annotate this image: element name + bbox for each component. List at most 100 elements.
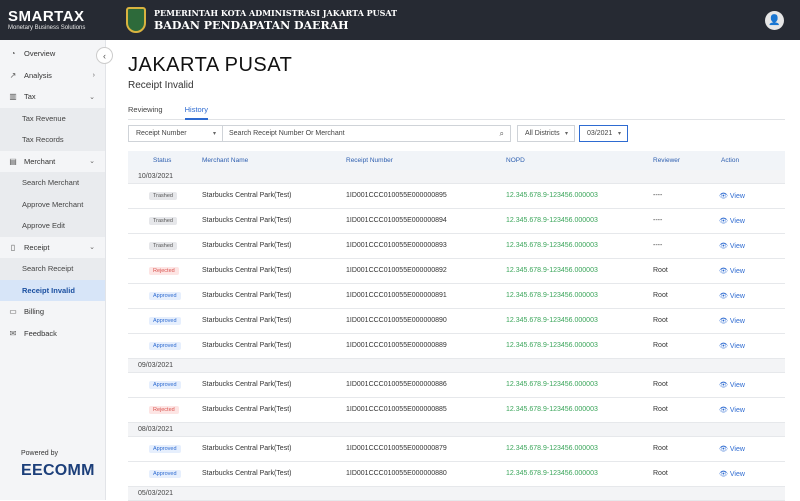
sidebar-item-feedback[interactable]: ✉ Feedback xyxy=(0,323,105,345)
view-button[interactable]: 👁 View xyxy=(719,217,745,225)
sidebar-label: Billing xyxy=(24,307,45,317)
nopd-value: 12.345.678.9-123456.000003 xyxy=(506,217,598,224)
table-row[interactable]: Approved Starbucks Central Park(Test) 1ID0… xyxy=(128,373,785,398)
view-label: View xyxy=(729,293,745,300)
collapse-sidebar-button[interactable]: ‹ xyxy=(96,47,113,64)
view-button[interactable]: 👁 View xyxy=(719,342,745,350)
sidebar-item-tax-revenue[interactable]: Tax Revenue xyxy=(0,107,105,129)
view-button[interactable]: 👁 View xyxy=(719,445,745,453)
sidebar-item-tax[interactable]: ▥ Tax ⌄ xyxy=(0,86,105,108)
user-avatar-icon[interactable]: 👤 xyxy=(765,11,784,30)
table-row[interactable]: Approved Starbucks Central Park(Test) 1ID0… xyxy=(128,284,785,309)
view-button[interactable]: 👁 View xyxy=(719,381,745,389)
chevron-down-icon: ⌄ xyxy=(89,158,95,166)
receipt-number: 1ID001CCC010055E000000892 xyxy=(346,267,447,274)
sidebar: ◔ Overview ↗ Analysis › ▥ Tax ⌄ Tax Revenue T… xyxy=(0,40,106,500)
eye-icon: 👁 xyxy=(719,243,728,250)
brand-logo: SMARTAX xyxy=(8,7,85,25)
status-badge: Approved xyxy=(149,317,181,325)
eye-icon: 👁 xyxy=(719,318,728,325)
tab-history[interactable]: History xyxy=(184,104,208,120)
sidebar-item-receipt-invalid[interactable]: Receipt Invalid xyxy=(0,279,105,301)
billing-icon: ▭ xyxy=(9,307,17,317)
nopd-value: 12.345.678.9-123456.000003 xyxy=(506,242,598,249)
column-nopd[interactable]: NOPD xyxy=(506,157,525,164)
merchant-name: Starbucks Central Park(Test) xyxy=(202,342,292,349)
view-label: View xyxy=(729,471,745,478)
table-row[interactable]: Approved Starbucks Central Park(Test) 1ID0… xyxy=(128,334,785,359)
sidebar-item-approve-merchant[interactable]: Approve Merchant xyxy=(0,193,105,215)
column-status[interactable]: Status xyxy=(153,157,171,164)
view-label: View xyxy=(729,218,745,225)
sidebar-item-overview[interactable]: ◔ Overview xyxy=(0,43,105,65)
sidebar-item-merchant[interactable]: ▤ Merchant ⌄ xyxy=(0,151,105,173)
nopd-value: 12.345.678.9-123456.000003 xyxy=(506,292,598,299)
view-button[interactable]: 👁 View xyxy=(719,292,745,300)
reviewer-name: Root xyxy=(653,381,668,388)
table-row[interactable]: Approved Starbucks Central Park(Test) 1ID0… xyxy=(128,462,785,487)
view-button[interactable]: 👁 View xyxy=(719,192,745,200)
analysis-icon: ↗ xyxy=(9,70,17,80)
brand[interactable]: SMARTAX Monetary Business Solutions xyxy=(0,9,106,32)
powered-by: Powered by xyxy=(21,450,58,457)
eye-icon: 👁 xyxy=(719,407,728,414)
period-value: 03/2021 xyxy=(587,130,613,137)
date-group-header: 10/03/2021 xyxy=(128,170,785,184)
receipt-number: 1ID001CCC010055E000000879 xyxy=(346,445,447,452)
tax-icon: ▥ xyxy=(9,92,17,102)
view-button[interactable]: 👁 View xyxy=(719,470,745,478)
column-merchant[interactable]: Merchant Name xyxy=(202,157,248,164)
tab-bar: Reviewing History xyxy=(128,104,785,120)
sidebar-item-billing[interactable]: ▭ Billing xyxy=(0,301,105,323)
sidebar-item-receipt[interactable]: ▯ Receipt ⌄ xyxy=(0,237,105,259)
filter-bar: Receipt Number ▾ Search Receipt Number Or… xyxy=(128,125,628,142)
header-line-2: BADAN PENDAPATAN DAERAH xyxy=(154,19,349,32)
sidebar-item-search-receipt[interactable]: Search Receipt xyxy=(0,258,105,280)
search-input[interactable]: Search Receipt Number Or Merchant ⌕ xyxy=(223,125,511,142)
table-row[interactable]: Rejected Starbucks Central Park(Test) 1ID0… xyxy=(128,398,785,423)
search-icon[interactable]: ⌕ xyxy=(500,129,504,139)
eye-icon: 👁 xyxy=(719,471,728,478)
table-row[interactable]: Approved Starbucks Central Park(Test) 1ID0… xyxy=(128,309,785,334)
nopd-value: 12.345.678.9-123456.000003 xyxy=(506,317,598,324)
table-row[interactable]: Rejected Starbucks Central Park(Test) 1ID0… xyxy=(128,259,785,284)
eye-icon: 👁 xyxy=(719,446,728,453)
status-badge: Trashed xyxy=(149,242,177,250)
merchant-name: Starbucks Central Park(Test) xyxy=(202,470,292,477)
date-group-header: 09/03/2021 xyxy=(128,359,785,373)
table-row[interactable]: Trashed Starbucks Central Park(Test) 1ID00… xyxy=(128,234,785,259)
sidebar-item-approve-edit[interactable]: Approve Edit xyxy=(0,215,105,237)
tab-reviewing[interactable]: Reviewing xyxy=(128,104,163,119)
sidebar-item-analysis[interactable]: ↗ Analysis › xyxy=(0,65,105,87)
eecomm-logo: EECOMM xyxy=(21,462,95,479)
view-button[interactable]: 👁 View xyxy=(719,242,745,250)
district-select[interactable]: All Districts ▾ xyxy=(517,125,575,142)
chevron-down-icon: ⌄ xyxy=(89,93,95,101)
page-title: JAKARTA PUSAT xyxy=(128,54,293,76)
nopd-value: 12.345.678.9-123456.000003 xyxy=(506,445,598,452)
column-receipt[interactable]: Receipt Number xyxy=(346,157,393,164)
sidebar-item-search-merchant[interactable]: Search Merchant xyxy=(0,172,105,194)
search-by-select[interactable]: Receipt Number ▾ xyxy=(128,125,223,142)
sidebar-item-tax-records[interactable]: Tax Records xyxy=(0,129,105,151)
date-group-header: 08/03/2021 xyxy=(128,423,785,437)
column-reviewer[interactable]: Reviewer xyxy=(653,157,680,164)
header-line-1: PEMERINTAH KOTA ADMINISTRASI JAKARTA PUS… xyxy=(154,8,398,18)
table-row[interactable]: Trashed Starbucks Central Park(Test) 1ID00… xyxy=(128,184,785,209)
nopd-value: 12.345.678.9-123456.000003 xyxy=(506,406,598,413)
emblem-icon xyxy=(126,7,146,33)
view-label: View xyxy=(729,318,745,325)
chevron-right-icon: › xyxy=(92,71,95,79)
period-select[interactable]: 03/2021 ▾ xyxy=(579,125,628,142)
sidebar-label: Tax xyxy=(24,92,36,102)
status-badge: Approved xyxy=(149,342,181,350)
view-button[interactable]: 👁 View xyxy=(719,267,745,275)
column-action[interactable]: Action xyxy=(721,157,739,164)
table-row[interactable]: Approved Starbucks Central Park(Test) 1ID0… xyxy=(128,437,785,462)
receipt-number: 1ID001CCC010055E000000889 xyxy=(346,342,447,349)
date-group-header: 05/03/2021 xyxy=(128,487,785,501)
table-header: Status Merchant Name Receipt Number NOPD… xyxy=(128,151,785,170)
view-button[interactable]: 👁 View xyxy=(719,406,745,414)
table-row[interactable]: Trashed Starbucks Central Park(Test) 1ID00… xyxy=(128,209,785,234)
view-button[interactable]: 👁 View xyxy=(719,317,745,325)
